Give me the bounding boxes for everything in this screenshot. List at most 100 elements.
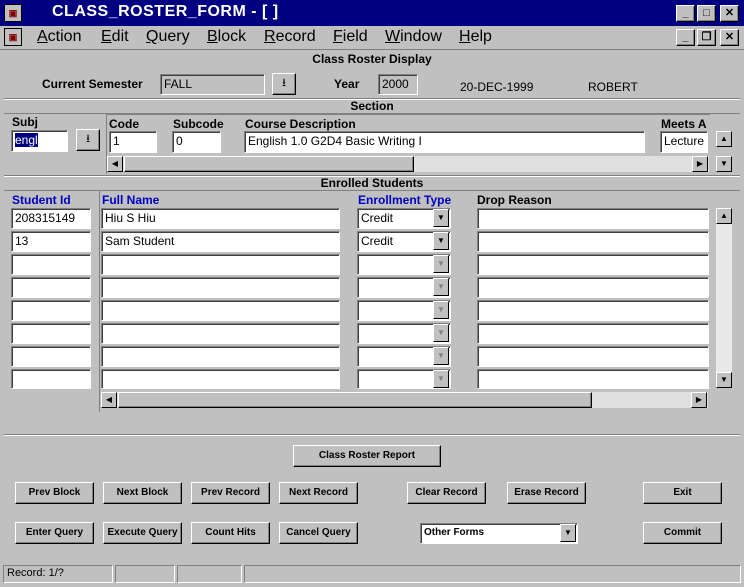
- document-icon[interactable]: ▣: [4, 28, 22, 46]
- drop-reason-header: Drop Reason: [477, 193, 552, 207]
- dropdown-arrow-icon[interactable]: ▼: [433, 301, 449, 319]
- prev-record-button[interactable]: Prev Record: [191, 482, 270, 504]
- scroll-down-icon[interactable]: ▼: [716, 156, 732, 172]
- drop-reason-field[interactable]: [477, 369, 709, 389]
- cancel-query-button[interactable]: Cancel Query: [279, 522, 358, 544]
- dropdown-arrow-icon[interactable]: ▼: [433, 347, 449, 365]
- enrolled-hscroll-thumb[interactable]: [118, 392, 592, 408]
- full-name-field[interactable]: [101, 346, 340, 367]
- semester-label: Current Semester: [42, 77, 143, 91]
- scroll-left-icon[interactable]: ◀: [101, 392, 117, 408]
- app-icon[interactable]: ▣: [4, 4, 22, 22]
- execute-query-button[interactable]: Execute Query: [103, 522, 182, 544]
- drop-reason-field[interactable]: [477, 300, 709, 321]
- student-id-field[interactable]: [11, 277, 91, 298]
- minimize-icon[interactable]: _: [676, 5, 695, 22]
- maximize-icon[interactable]: □: [697, 5, 716, 22]
- class-roster-report-button[interactable]: Class Roster Report: [293, 445, 441, 467]
- menu-field[interactable]: Field: [333, 28, 368, 46]
- title-bar[interactable]: ▣ CLASS_ROSTER_FORM - [ ] _ □ ✕: [0, 0, 744, 26]
- next-block-button[interactable]: Next Block: [103, 482, 182, 504]
- menu-window[interactable]: Window: [385, 28, 442, 46]
- erase-record-button[interactable]: Erase Record: [507, 482, 586, 504]
- student-id-field[interactable]: 208315149: [11, 208, 91, 229]
- scroll-up-icon[interactable]: ▲: [716, 208, 732, 224]
- menu-block[interactable]: Block: [207, 28, 246, 46]
- enrolled-vscroll-track[interactable]: [716, 224, 732, 372]
- enter-query-button[interactable]: Enter Query: [15, 522, 94, 544]
- full-name-field[interactable]: [101, 323, 340, 344]
- subj-field[interactable]: engl: [11, 130, 68, 152]
- enrolled-title: Enrolled Students: [320, 176, 424, 190]
- student-id-field[interactable]: [11, 323, 91, 344]
- semester-lov-button[interactable]: ⭳: [272, 73, 296, 95]
- full-name-field[interactable]: [101, 369, 340, 389]
- drop-reason-field[interactable]: [477, 208, 709, 229]
- drop-reason-field[interactable]: [477, 323, 709, 344]
- dropdown-arrow-icon[interactable]: ▼: [433, 255, 449, 273]
- menu-help[interactable]: Help: [459, 28, 492, 46]
- dropdown-arrow-icon[interactable]: ▼: [433, 278, 449, 296]
- subj-lov-button[interactable]: ⭳: [76, 129, 100, 151]
- section-vscroll-track[interactable]: [716, 147, 732, 156]
- scroll-right-icon[interactable]: ▶: [692, 156, 708, 172]
- student-id-field[interactable]: 13: [11, 231, 91, 252]
- current-date: 20-DEC-1999: [460, 80, 534, 94]
- clear-record-button[interactable]: Clear Record: [407, 482, 486, 504]
- status-cell-3: [177, 565, 242, 583]
- full-name-field[interactable]: [101, 300, 340, 321]
- dropdown-arrow-icon[interactable]: ▼: [433, 370, 449, 388]
- enrollment-type-header: Enrollment Type: [358, 193, 452, 207]
- scroll-up-icon[interactable]: ▲: [716, 131, 732, 147]
- year-field[interactable]: 2000: [378, 74, 418, 95]
- course-description-field[interactable]: English 1.0 G2D4 Basic Writing I: [244, 131, 645, 153]
- full-name-field[interactable]: Hiu S Hiu: [101, 208, 340, 229]
- scroll-right-icon[interactable]: ▶: [691, 392, 707, 408]
- other-forms-select[interactable]: Other Forms: [420, 523, 578, 544]
- status-cell-2: [115, 565, 175, 583]
- meets-label: Meets A: [661, 117, 707, 131]
- enrollment-type-value: Credit: [361, 211, 394, 225]
- doc-close-icon[interactable]: ✕: [720, 29, 739, 46]
- close-icon[interactable]: ✕: [720, 5, 739, 22]
- year-label: Year: [334, 77, 360, 91]
- doc-minimize-icon[interactable]: _: [676, 29, 695, 46]
- full-name-field[interactable]: Sam Student: [101, 231, 340, 252]
- menu-record[interactable]: Record: [264, 28, 316, 46]
- dropdown-arrow-icon[interactable]: ▼: [433, 209, 449, 227]
- student-id-field[interactable]: [11, 369, 91, 389]
- student-id-field[interactable]: [11, 254, 91, 275]
- scroll-down-icon[interactable]: ▼: [716, 372, 732, 388]
- student-id-field[interactable]: [11, 300, 91, 321]
- code-field[interactable]: 1: [109, 131, 157, 153]
- doc-restore-icon[interactable]: ❐: [697, 29, 716, 46]
- dropdown-arrow-icon[interactable]: ▼: [433, 232, 449, 250]
- next-record-button[interactable]: Next Record: [279, 482, 358, 504]
- prev-block-button[interactable]: Prev Block: [15, 482, 94, 504]
- dropdown-arrow-icon[interactable]: ▼: [433, 324, 449, 342]
- commit-button[interactable]: Commit: [643, 522, 722, 544]
- full-name-field[interactable]: [101, 277, 340, 298]
- count-hits-button[interactable]: Count Hits: [191, 522, 270, 544]
- window-title: CLASS_ROSTER_FORM - [ ]: [52, 3, 279, 20]
- menu-edit[interactable]: Edit: [101, 28, 129, 46]
- download-arrow-icon: ⭳: [282, 77, 286, 89]
- dropdown-arrow-icon[interactable]: ▼: [560, 524, 576, 542]
- drop-reason-field[interactable]: [477, 231, 709, 252]
- drop-reason-field[interactable]: [477, 254, 709, 275]
- exit-button[interactable]: Exit: [643, 482, 722, 504]
- menu-query[interactable]: Query: [146, 28, 190, 46]
- scroll-left-icon[interactable]: ◀: [107, 156, 123, 172]
- full-name-field[interactable]: [101, 254, 340, 275]
- section-hscroll-thumb[interactable]: [124, 156, 414, 172]
- semester-field[interactable]: FALL: [160, 74, 265, 95]
- drop-reason-field[interactable]: [477, 346, 709, 367]
- code-label: Code: [109, 117, 139, 131]
- menu-action[interactable]: Action: [37, 28, 81, 46]
- student-id-field[interactable]: [11, 346, 91, 367]
- subcode-field[interactable]: 0: [172, 131, 221, 153]
- meets-field[interactable]: Lecture: [660, 131, 708, 153]
- subcode-label: Subcode: [173, 117, 224, 131]
- subj-value: engl: [15, 133, 38, 147]
- drop-reason-field[interactable]: [477, 277, 709, 298]
